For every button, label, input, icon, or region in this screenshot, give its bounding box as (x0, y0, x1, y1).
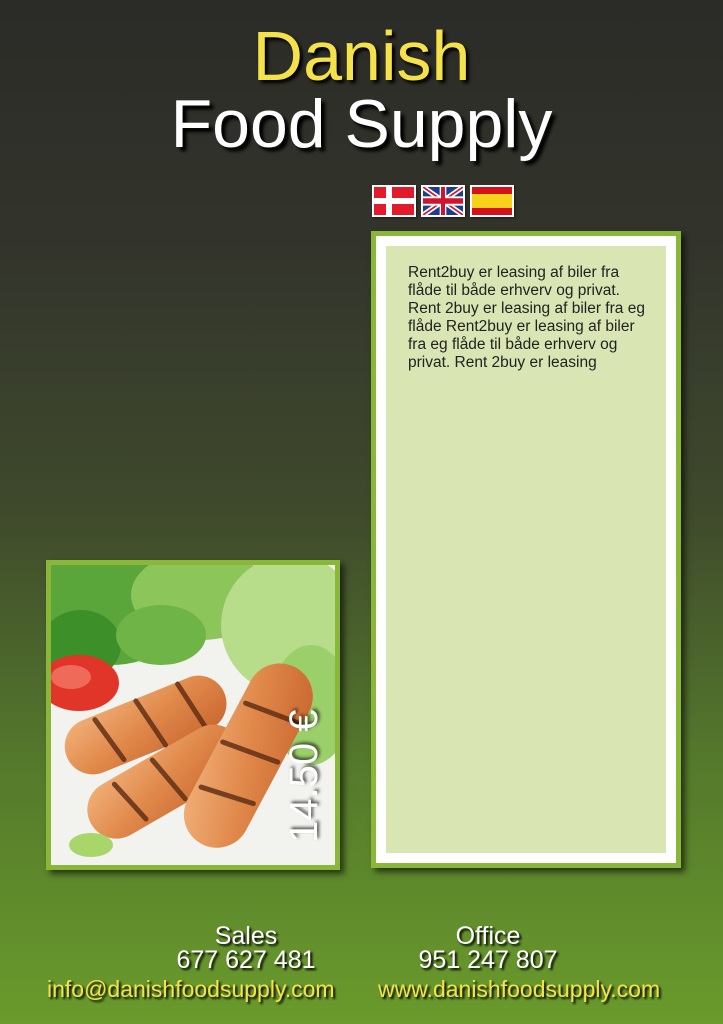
language-selector (372, 185, 514, 217)
uk-flag-icon[interactable] (421, 185, 465, 217)
office-phone: 951 247 807 (418, 946, 558, 974)
office-website-link[interactable]: www.danishfoodsupply.com (378, 976, 660, 1002)
description-text: Rent2buy er leasing af biler fra flåde t… (386, 246, 666, 853)
sales-email-link[interactable]: info@danishfoodsupply.com (47, 976, 335, 1002)
brand-title-danish: Danish (252, 17, 471, 95)
description-panel: Rent2buy er leasing af biler fra flåde t… (371, 231, 681, 868)
danish-flag-icon[interactable] (372, 185, 416, 217)
price-label: 14.50 € (282, 709, 326, 843)
sales-phone: 677 627 481 (176, 946, 316, 974)
spain-flag-icon[interactable] (470, 185, 514, 217)
sausage-photo: 14.50 € (51, 565, 335, 865)
brand-title-food-supply: Food Supply (170, 86, 553, 162)
product-photo-frame: 14.50 € (46, 560, 340, 870)
